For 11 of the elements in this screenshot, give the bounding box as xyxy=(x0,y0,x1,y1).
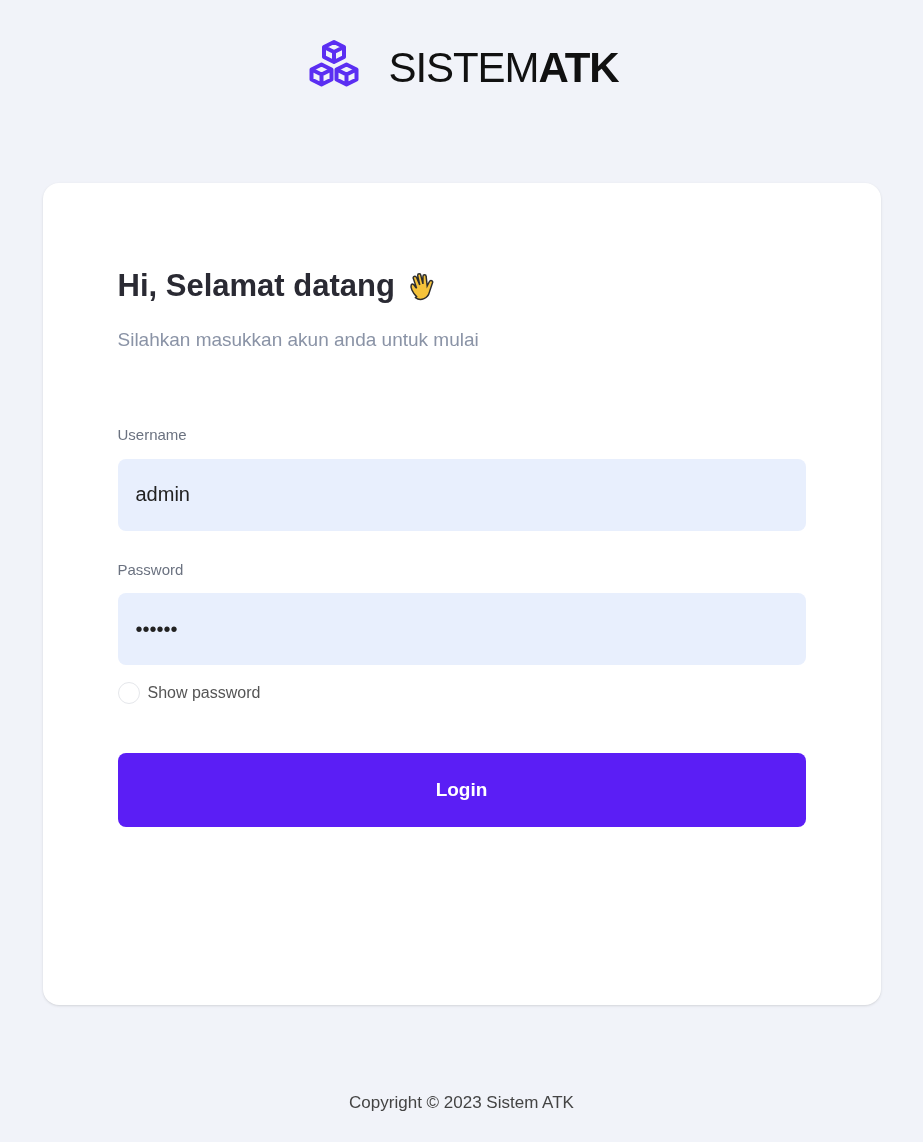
field-label: Password xyxy=(117,559,184,580)
input-field[interactable]: admin xyxy=(117,458,806,531)
show-password-label: Show password xyxy=(147,683,261,703)
field-label: Username xyxy=(117,425,187,445)
copyright-text: Copyright © 2023 Sistem ATK xyxy=(349,1092,574,1114)
welcome-subtitle: Silahkan masukkan akun anda untuk mulai xyxy=(117,327,480,352)
input-field[interactable]: •••••• xyxy=(117,593,806,665)
brand-name: SISTEMATK xyxy=(388,42,619,93)
welcome-title: Hi, Selamat datang xyxy=(117,267,395,305)
show-password-checkbox[interactable] xyxy=(117,682,140,704)
login-button[interactable]: Login xyxy=(117,753,806,827)
